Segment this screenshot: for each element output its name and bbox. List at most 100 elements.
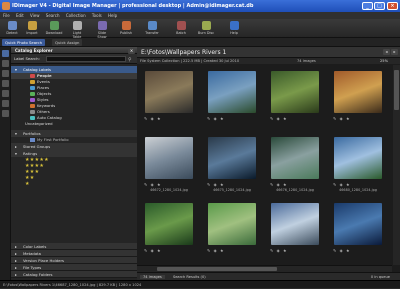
menu-file[interactable]: File <box>3 13 10 18</box>
thumbnail-cell[interactable]: ✎ ◈ ★ 46675_1280_1024.jpg <box>204 133 260 194</box>
toolbar-button-5[interactable]: Publish <box>117 21 135 35</box>
photo-thumbnail[interactable] <box>145 71 193 113</box>
thumbnail-action-icons[interactable]: ✎ ◈ ★ <box>144 248 194 253</box>
thumbnail-cell[interactable]: ✎ ◈ ★ <box>204 199 260 260</box>
toolbar-button-9[interactable]: Help <box>225 21 243 35</box>
hscroll-thumb[interactable] <box>157 267 277 271</box>
catalog-explorer-panel: Catalog Explorer × Label Search: ⚲ ▾ Cat… <box>11 47 137 280</box>
section-header[interactable]: ▸ Color Labels <box>11 243 137 250</box>
toolbar-button-1[interactable]: Import <box>23 21 41 35</box>
stored-groups-header[interactable]: ▸ Stored Groups <box>11 143 137 150</box>
toolbar-button-7[interactable]: Batch <box>172 21 190 35</box>
panel-close-icon[interactable]: × <box>128 47 135 54</box>
search-icon[interactable]: ⚲ <box>128 55 132 63</box>
info-tool-icon[interactable] <box>1 110 9 117</box>
thumbnail-action-icons[interactable]: ✎ ◈ ★ <box>144 182 194 187</box>
menu-tools[interactable]: Tools <box>92 13 102 18</box>
quick-assign-button[interactable]: Quick Assign <box>52 39 83 46</box>
expand-icon[interactable]: ▾ <box>15 130 17 137</box>
photo-thumbnail[interactable] <box>334 71 382 113</box>
thumbnail-action-icons[interactable]: ✎ ◈ ★ <box>207 116 257 121</box>
expand-icon[interactable]: ▾ <box>15 150 17 157</box>
map-tool-icon[interactable] <box>1 90 9 97</box>
toolbar-button-3[interactable]: Light Table <box>68 21 86 39</box>
expand-icon[interactable]: ▸ <box>15 257 17 263</box>
thumbnail-action-icons[interactable]: ✎ ◈ ★ <box>270 248 320 253</box>
tab-images[interactable]: 74 images <box>140 275 165 279</box>
label-search-input[interactable] <box>46 56 126 62</box>
thumbnail-action-icons[interactable]: ✎ ◈ ★ <box>270 116 320 121</box>
toolbar-icon <box>97 21 107 30</box>
photo-thumbnail[interactable] <box>271 137 319 179</box>
maximize-button[interactable]: □ <box>374 2 385 10</box>
thumbnail-action-icons[interactable]: ✎ ◈ ★ <box>333 182 383 187</box>
quick-photo-search-button[interactable]: Quick Photo Search <box>2 39 46 46</box>
thumbnail-action-icons[interactable]: ✎ ◈ ★ <box>207 248 257 253</box>
thumbnail-cell[interactable]: ✎ ◈ ★ <box>267 67 323 128</box>
thumbnail-cell[interactable]: ✎ ◈ ★ <box>267 199 323 260</box>
thumbnail-action-icons[interactable]: ✎ ◈ ★ <box>333 248 383 253</box>
expand-icon[interactable]: ▸ <box>15 250 17 256</box>
vertical-scrollbar[interactable] <box>393 65 400 265</box>
menu-edit[interactable]: Edit <box>16 13 24 18</box>
thumbnail-cell[interactable]: ✎ ◈ ★ <box>330 199 386 260</box>
expand-icon[interactable]: ▸ <box>15 143 17 150</box>
thumbnail-cell[interactable]: ✎ ◈ ★ <box>204 67 260 128</box>
section-header[interactable]: ▸ Catalog Folders <box>11 271 137 278</box>
catalog-labels-root[interactable]: ▾ Catalog Labels <box>11 66 137 73</box>
toolbar-button-0[interactable]: Detect <box>3 21 21 35</box>
photo-thumbnail[interactable] <box>208 71 256 113</box>
photo-thumbnail[interactable] <box>271 203 319 245</box>
photo-thumbnail[interactable] <box>208 203 256 245</box>
minimize-button[interactable]: _ <box>362 2 373 10</box>
menu-search[interactable]: Search <box>46 13 60 18</box>
thumbnail-cell[interactable]: ✎ ◈ ★ <box>141 67 197 128</box>
thumbnail-action-icons[interactable]: ✎ ◈ ★ <box>333 116 383 121</box>
photo-thumbnail[interactable] <box>145 137 193 179</box>
thumbnail-action-icons[interactable]: ✎ ◈ ★ <box>207 182 257 187</box>
nav-right-icon[interactable]: ▸ <box>391 49 398 55</box>
thumbnail-cell[interactable]: ✎ ◈ ★ 46680_1280_1024.jpg <box>330 133 386 194</box>
nav-left-icon[interactable]: ◂ <box>383 49 390 55</box>
expand-icon[interactable]: ▸ <box>15 264 17 270</box>
tab-search-results[interactable]: Search Results (0) <box>170 275 209 279</box>
filter-tool-icon[interactable] <box>1 80 9 87</box>
menu-collection[interactable]: Collection <box>66 13 86 18</box>
toolbar-icon <box>201 21 211 30</box>
zoom-level[interactable]: 25% <box>380 58 388 64</box>
portfolios-header[interactable]: ▾ Portfolios <box>11 130 137 137</box>
toolbar-button-8[interactable]: Burn Disc <box>197 21 215 35</box>
thumbnail-cell[interactable]: ✎ ◈ ★ 46672_1280_1024.jpg <box>141 133 197 194</box>
section-header[interactable]: ▸ Metadata <box>11 250 137 257</box>
thumbnail-action-icons[interactable]: ✎ ◈ ★ <box>270 182 320 187</box>
photo-thumbnail[interactable] <box>271 71 319 113</box>
menu-view[interactable]: View <box>30 13 40 18</box>
menu-help[interactable]: Help <box>108 13 117 18</box>
section-header[interactable]: ▸ File Types <box>11 264 137 271</box>
rating-item[interactable]: ★ <box>11 181 137 187</box>
close-button[interactable]: × <box>387 2 398 10</box>
thumbnail-action-icons[interactable]: ✎ ◈ ★ <box>144 116 194 121</box>
section-header[interactable]: ▸ Version Place Holders <box>11 257 137 264</box>
thumbnail-cell[interactable]: ✎ ◈ ★ <box>330 67 386 128</box>
horizontal-scrollbar[interactable] <box>137 265 392 272</box>
collapse-icon[interactable]: ▾ <box>15 66 17 73</box>
expand-icon[interactable]: ▸ <box>15 243 17 249</box>
photo-thumbnail[interactable] <box>145 203 193 245</box>
toolbar-button-6[interactable]: Transfer <box>143 21 161 35</box>
tree-tool-icon[interactable] <box>1 60 9 67</box>
thumbnail-cell[interactable]: ✎ ◈ ★ 46676_1280_1024.jpg <box>267 133 323 194</box>
thumbnail-cell[interactable]: ✎ ◈ ★ <box>141 199 197 260</box>
calendar-tool-icon[interactable] <box>1 100 9 107</box>
photo-thumbnail[interactable] <box>208 137 256 179</box>
photo-thumbnail[interactable] <box>334 203 382 245</box>
ratings-header[interactable]: ▾ Ratings <box>11 150 137 157</box>
folder-tool-icon[interactable] <box>1 70 9 77</box>
scroll-thumb[interactable] <box>394 70 399 110</box>
label-item[interactable]: Uncategorized <box>11 121 137 127</box>
catalog-tool-icon[interactable] <box>1 50 9 57</box>
expand-icon[interactable]: ▸ <box>15 271 17 277</box>
photo-thumbnail[interactable] <box>334 137 382 179</box>
toolbar-button-4[interactable]: Slide Show <box>93 21 111 39</box>
toolbar-button-2[interactable]: Download <box>45 21 63 35</box>
